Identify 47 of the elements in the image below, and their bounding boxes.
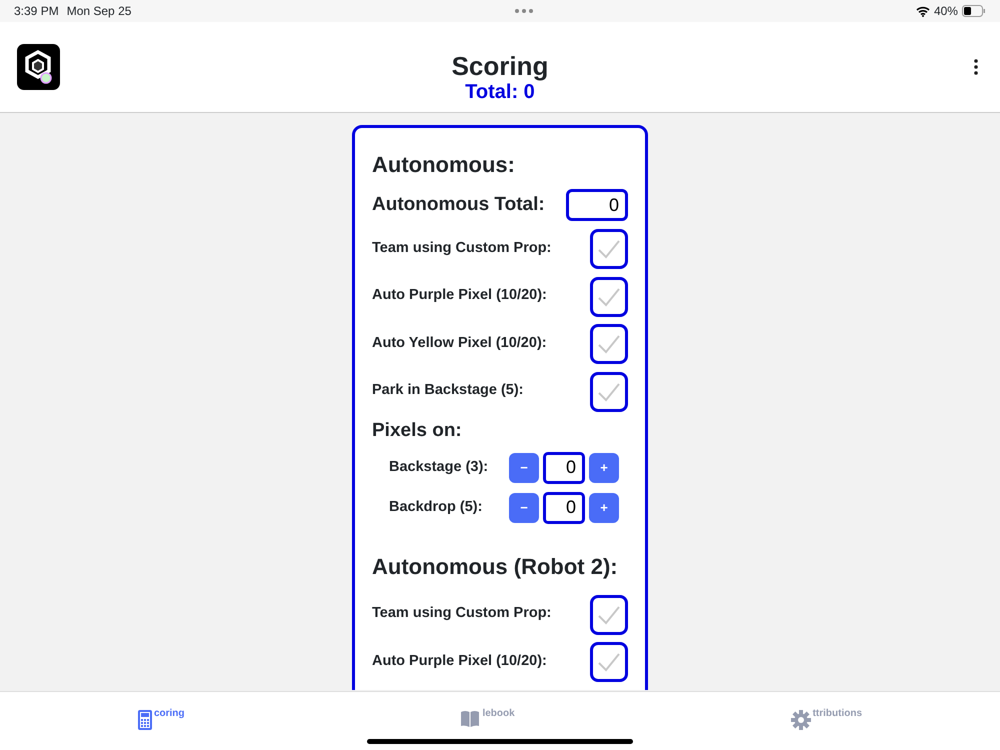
- field-label: Park in Backstage (5):: [372, 381, 524, 400]
- decrement-button[interactable]: −: [509, 452, 539, 482]
- tab[interactable]: coring: [132, 692, 191, 750]
- check-icon: [597, 382, 621, 402]
- gear-icon: [790, 710, 811, 730]
- field-label: Backstage (3):: [388, 458, 488, 477]
- checkbox[interactable]: [590, 229, 628, 269]
- score-field[interactable]: 0: [566, 189, 628, 221]
- subheading: Pixels on:: [372, 419, 463, 443]
- check-icon: [597, 652, 621, 672]
- count-field[interactable]: 0: [543, 492, 585, 524]
- check-icon: [597, 239, 621, 259]
- checkbox[interactable]: [590, 372, 628, 412]
- checkbox[interactable]: [590, 594, 628, 634]
- book-icon: [460, 710, 480, 727]
- count-field[interactable]: 0: [543, 452, 585, 484]
- field-label: Team using Custom Prop:: [372, 238, 552, 258]
- checkbox[interactable]: [590, 324, 628, 364]
- section-heading: Autonomous (Robot 2):: [372, 552, 619, 581]
- calculator-icon: [138, 710, 152, 730]
- status-time: 3:39 PM: [14, 3, 59, 20]
- field-label: Auto Purple Pixel (10/20):: [372, 652, 547, 671]
- battery-icon: [962, 5, 986, 17]
- field-label: Backdrop (5):: [388, 498, 482, 517]
- tab[interactable]: lebook: [454, 692, 521, 750]
- increment-button[interactable]: +: [589, 492, 619, 522]
- field-label: Autonomous Total:: [372, 192, 545, 217]
- check-icon: [597, 334, 621, 354]
- check-icon: [597, 286, 621, 306]
- more-icon[interactable]: [974, 59, 978, 75]
- status-date: Mon Sep 25: [66, 3, 132, 20]
- total-score: Total: 0: [465, 80, 535, 103]
- wifi-icon: [916, 6, 930, 16]
- field-label: Auto Yellow Pixel (10/20):: [372, 334, 547, 353]
- section-heading: Autonomous:: [372, 151, 516, 179]
- app-logo-icon: [17, 44, 60, 90]
- multitasking-dots-icon[interactable]: [514, 9, 533, 13]
- tab[interactable]: ttributions: [784, 692, 868, 750]
- decrement-button[interactable]: −: [509, 492, 539, 522]
- increment-button[interactable]: +: [589, 452, 619, 482]
- check-icon: [597, 604, 621, 624]
- checkbox[interactable]: [590, 276, 628, 316]
- battery-percent: 40%: [934, 3, 958, 20]
- field-label: Auto Purple Pixel (10/20):: [372, 286, 547, 306]
- page-title: Scoring: [452, 52, 548, 81]
- checkbox[interactable]: [590, 642, 628, 682]
- field-label: Team using Custom Prop:: [372, 604, 552, 624]
